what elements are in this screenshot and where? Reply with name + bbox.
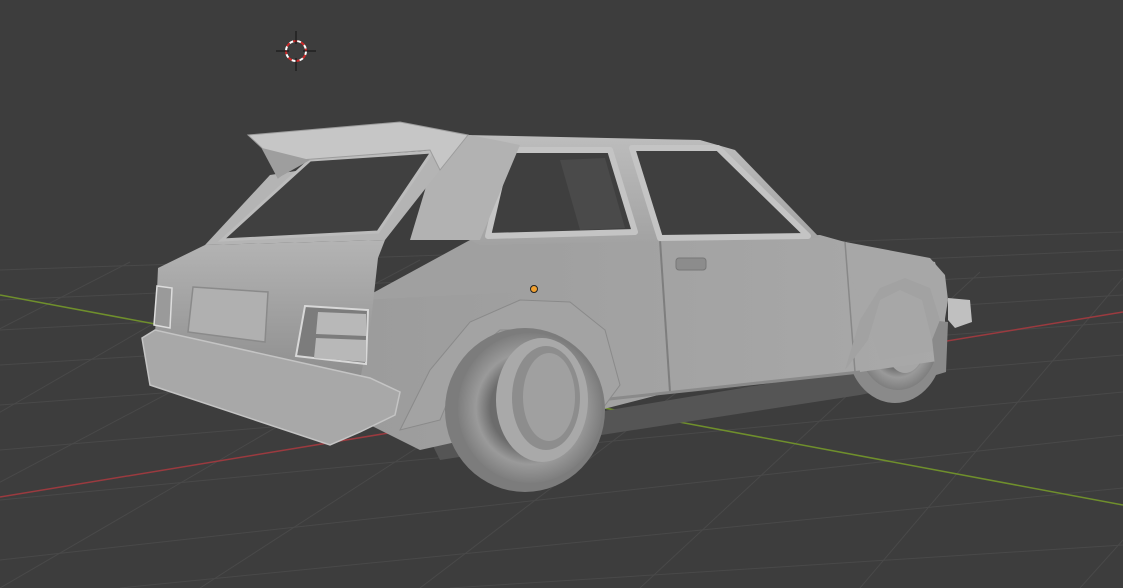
left-taillight	[153, 285, 173, 329]
hatchback-car-model[interactable]	[141, 121, 972, 492]
object-origin-icon[interactable]	[530, 285, 538, 293]
rear-wheel	[445, 328, 605, 492]
3d-viewport[interactable]	[0, 0, 1123, 588]
front-door-window	[629, 145, 811, 241]
license-plate-recess	[187, 286, 269, 343]
3d-cursor-icon[interactable]	[276, 31, 316, 71]
right-taillight	[294, 304, 370, 366]
door-handle	[675, 257, 707, 271]
